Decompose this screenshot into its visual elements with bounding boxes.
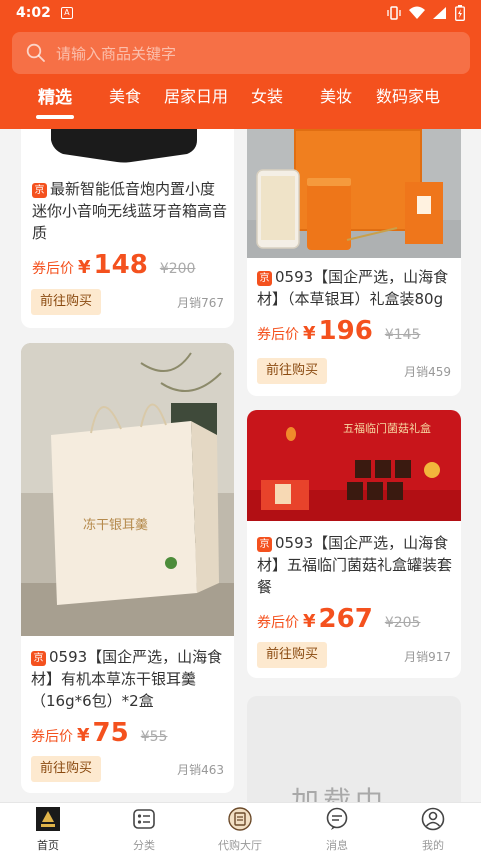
- currency: ¥: [78, 257, 91, 278]
- tab-indicator: [36, 115, 74, 119]
- price-value: 196: [318, 316, 373, 346]
- nav-purchase-hall-label: 代购大厅: [218, 839, 262, 852]
- message-icon: [326, 807, 348, 830]
- price-label: 券后价: [257, 615, 299, 631]
- nav-home[interactable]: 首页: [18, 807, 78, 853]
- status-time: 4:02: [16, 5, 51, 21]
- banner-text: 五福临门菌菇礼盒: [343, 421, 431, 435]
- price-label: 券后价: [31, 729, 73, 745]
- nav-message[interactable]: 消息: [307, 807, 367, 853]
- currency: ¥: [77, 725, 90, 746]
- buy-button[interactable]: 前往购买: [31, 289, 102, 315]
- price-row: 券后价 ¥ 267 ¥205: [257, 604, 420, 634]
- product-image-gift-bag: 冻干银耳羹: [21, 343, 234, 636]
- original-price: ¥145: [384, 327, 421, 343]
- tab-beauty[interactable]: 美妆: [320, 83, 352, 107]
- product-title: 京 0593【国企严选，山海食材】有机本草冻干银耳羹（16g*6包）*2盒: [31, 648, 223, 710]
- nav-home-label: 首页: [37, 839, 59, 852]
- product-card[interactable]: 五福临门菌菇礼盒 京 0593【国企严选，山海食材】五福临门菌菇礼盒罐装套餐 券后…: [247, 410, 461, 678]
- search-icon: [26, 43, 45, 62]
- buy-button[interactable]: 前往购买: [257, 642, 328, 668]
- nav-purchase-hall[interactable]: 代购大厅: [210, 807, 270, 853]
- monthly-sales: 月销767: [177, 296, 224, 310]
- price-value: 148: [93, 250, 148, 280]
- nav-profile-label: 我的: [422, 839, 444, 852]
- buy-button[interactable]: 前往购买: [257, 358, 328, 384]
- tab-food[interactable]: 美食: [109, 83, 141, 107]
- price-value: 75: [92, 718, 129, 748]
- jd-badge-icon: 京: [257, 537, 272, 552]
- price-row: 券后价 ¥ 148 ¥200: [32, 250, 195, 280]
- home-logo-icon: [36, 807, 60, 831]
- tab-womens-clothing[interactable]: 女装: [251, 83, 283, 107]
- wifi-icon: [409, 6, 425, 19]
- product-card[interactable]: 京 0593【国企严选，山海食材】（本草银耳）礼盒装80g 券后价 ¥ 196 ¥…: [247, 100, 461, 396]
- monthly-sales: 月销459: [404, 365, 451, 379]
- jd-badge-icon: 京: [32, 183, 47, 198]
- user-icon: [421, 807, 445, 831]
- category-icon: [133, 809, 155, 829]
- nav-category[interactable]: 分类: [114, 807, 174, 853]
- price-row: 券后价 ¥ 75 ¥55: [31, 718, 167, 748]
- product-title: 京 0593【国企严选，山海食材】五福临门菌菇礼盒罐装套餐: [257, 534, 453, 596]
- jd-badge-icon: 京: [257, 271, 272, 286]
- battery-icon: [455, 5, 465, 21]
- product-card[interactable]: 冻干银耳羹 京 0593【国企严选，山海食材】有机本草冻干银耳羹（16g*6包）*…: [21, 343, 234, 793]
- jd-badge-icon: 京: [31, 651, 46, 666]
- nav-category-label: 分类: [133, 839, 155, 852]
- tab-digital-appliances[interactable]: 数码家电: [376, 83, 440, 107]
- bag-text: 冻干银耳羹: [83, 517, 148, 533]
- price-value: 267: [318, 604, 373, 634]
- price-label: 券后价: [257, 327, 299, 343]
- category-tabs: 精选 美食 居家日用 女装 美妆 数码家电: [0, 80, 481, 110]
- product-image-mushroom-giftbox: 五福临门菌菇礼盒: [247, 410, 461, 521]
- original-price: ¥55: [140, 729, 168, 745]
- purchase-hall-icon: [228, 807, 252, 831]
- original-price: ¥200: [159, 261, 196, 277]
- status-icons: [387, 5, 465, 21]
- currency: ¥: [303, 611, 316, 632]
- original-price: ¥205: [384, 615, 421, 631]
- price-label: 券后价: [32, 261, 74, 277]
- search-input[interactable]: 请输入商品关键字: [56, 43, 176, 64]
- price-row: 券后价 ¥ 196 ¥145: [257, 316, 420, 346]
- notification-a-icon: A: [60, 7, 73, 19]
- product-card[interactable]: 京最新智能低音炮内置小度迷你小音响无线蓝牙音箱高音质 券后价 ¥ 148 ¥20…: [21, 100, 234, 328]
- tab-selected[interactable]: 精选: [38, 83, 72, 108]
- signal-icon: [433, 7, 446, 19]
- monthly-sales: 月销917: [404, 650, 451, 664]
- app-header: 4:02 A 请输入商品关键字 精选 美食 居家日用 女装 美妆 数码家电: [0, 0, 481, 129]
- currency: ¥: [303, 323, 316, 344]
- vibrate-icon: [387, 6, 401, 20]
- product-title: 京最新智能低音炮内置小度迷你小音响无线蓝牙音箱高音质: [32, 180, 228, 242]
- bottom-nav: 首页 分类 代购大厅 消息 我的: [0, 802, 481, 856]
- search-bar[interactable]: 请输入商品关键字: [12, 32, 470, 74]
- nav-profile[interactable]: 我的: [403, 807, 463, 853]
- monthly-sales: 月销463: [177, 763, 224, 777]
- product-title: 京 0593【国企严选，山海食材】（本草银耳）礼盒装80g: [257, 268, 449, 308]
- buy-button[interactable]: 前往购买: [31, 756, 102, 782]
- nav-message-label: 消息: [326, 839, 348, 852]
- tab-household[interactable]: 居家日用: [164, 83, 228, 107]
- status-bar: 4:02 A: [0, 0, 481, 26]
